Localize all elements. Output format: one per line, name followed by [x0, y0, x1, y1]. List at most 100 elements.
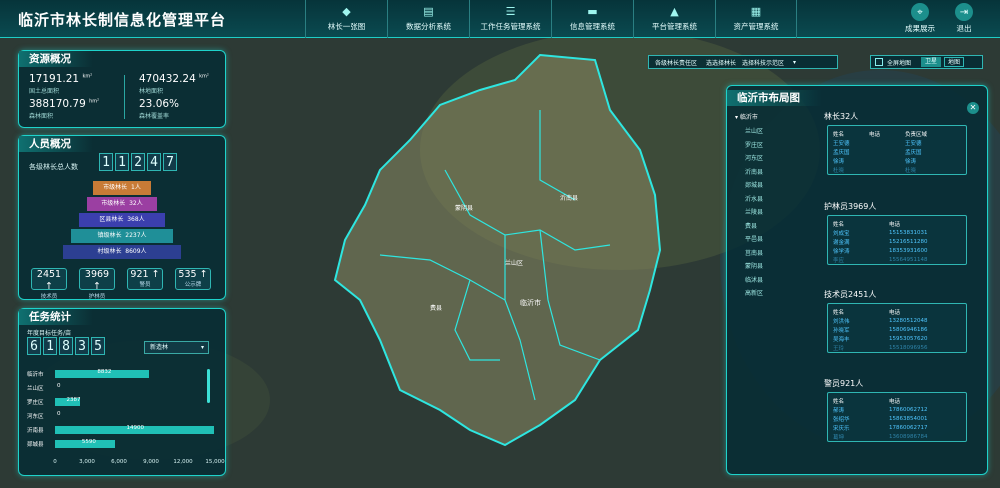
- table-cell: 徐涛: [905, 158, 917, 165]
- tree-root[interactable]: ▾ 临沂市: [735, 112, 758, 121]
- counter-digit: 1: [43, 337, 57, 355]
- annual-target-label: 年度目标任务/亩: [27, 330, 72, 337]
- table-row[interactable]: 孟庆国 孟庆国: [828, 147, 966, 156]
- layout-title: 临沂市布局图: [727, 90, 822, 106]
- exit-button[interactable]: ⇥ 退出: [955, 3, 973, 34]
- map-mode-toggle: 全屏地图 卫星 地图: [870, 55, 983, 69]
- fullscreen-checkbox[interactable]: [875, 58, 883, 66]
- table-row[interactable]: 王玲 15518096956: [828, 343, 966, 352]
- bar-category-label: 临沂市: [27, 372, 44, 378]
- table-cell: 13608986784: [889, 433, 928, 440]
- table-header: 姓名 电话 负责区域: [828, 129, 966, 138]
- column-header: 电话: [889, 221, 901, 228]
- counter-digit: 6: [27, 337, 41, 355]
- tree-item[interactable]: 莒南县: [745, 248, 763, 257]
- counter-digit: 4: [147, 153, 161, 171]
- tree-item[interactable]: 费县: [745, 221, 757, 230]
- assets-icon: ▦: [750, 5, 762, 18]
- tree-item[interactable]: 蒙阴县: [745, 261, 763, 270]
- table-cell: 15518096956: [889, 344, 928, 351]
- table-row[interactable]: 徐涛 徐涛: [828, 156, 966, 165]
- select-demo-zone[interactable]: 选择科技示范区: [739, 58, 787, 67]
- table-row[interactable]: 张绍华 15863854001: [828, 414, 966, 423]
- table-cell: 吴海丰: [833, 336, 850, 343]
- app-title: 临沂市林长制信息化管理平台: [18, 11, 227, 29]
- counter-digit: 3: [75, 337, 89, 355]
- tree-item[interactable]: 郯城县: [745, 180, 763, 189]
- tasks-title: 任务统计: [19, 309, 93, 325]
- nav-item-info-management[interactable]: ▬ 信息管理系统: [551, 0, 633, 38]
- counter-digit: 1: [99, 153, 113, 171]
- column-header: 电话: [869, 131, 881, 138]
- table-cell: 15564951148: [889, 256, 928, 263]
- group-title: 林长32人: [824, 112, 859, 121]
- chevron-down-icon: ▾: [200, 344, 204, 351]
- table-cell: 15216511280: [889, 238, 928, 245]
- map-toggle[interactable]: 地图: [944, 57, 965, 67]
- people-table: 姓名 电话 负责区域 王安德 王安德 孟庆国 孟庆国徐涛 徐涛 杜晓 杜晓: [827, 125, 967, 175]
- stat-technicians: 2451 ↑ 技术员: [31, 268, 67, 300]
- counter-digit: 7: [163, 153, 177, 171]
- stat-rangers: 3969 ↑ 护林员: [79, 268, 115, 300]
- table-row[interactable]: 杜晓 杜晓: [828, 165, 966, 174]
- table-cell: 张绍华: [833, 416, 850, 423]
- close-button[interactable]: ✕: [967, 102, 979, 114]
- table-cell: 17860062712: [889, 406, 928, 413]
- nav-item-data-analysis[interactable]: ▤ 数据分析系统: [387, 0, 469, 38]
- table-cell: 13280512048: [889, 317, 928, 324]
- fullscreen-label: 全屏地图: [887, 59, 912, 67]
- column-header: 姓名: [833, 398, 845, 405]
- table-row[interactable]: 孙晓军 15806946186: [828, 325, 966, 334]
- tree-item[interactable]: 高新区: [745, 288, 763, 297]
- resource-forest-coverage: 23.06% 森林覆盖率: [139, 98, 180, 120]
- tree-item[interactable]: 平邑县: [745, 234, 763, 243]
- satellite-toggle[interactable]: 卫星: [921, 57, 942, 67]
- table-row[interactable]: 刘成宝 15153831031: [828, 228, 966, 237]
- chevron-down-icon: ▾: [793, 58, 797, 66]
- arrow-up-icon: ↑: [199, 269, 208, 280]
- table-row[interactable]: 葛坤 13608986784: [828, 432, 966, 441]
- scrollbar[interactable]: [207, 369, 210, 403]
- x-tick-label: 6,000: [111, 459, 127, 465]
- resource-land-area: 17191.21 km² 国土总面积: [29, 73, 93, 95]
- table-row[interactable]: 徐学涛 18353931600: [828, 246, 966, 255]
- tree-item[interactable]: 兰山区: [745, 126, 763, 135]
- pyramid-level-city: 市级林长 1人: [93, 181, 151, 195]
- table-row[interactable]: 郝涛 17860062712: [828, 405, 966, 414]
- annual-target-counter: 6 1 8 3 5: [27, 337, 105, 355]
- nav-item-task-management[interactable]: ☰ 工作任务管理系统: [469, 0, 551, 38]
- table-cell: 王安德: [833, 140, 850, 147]
- tree-item[interactable]: 罗庄区: [745, 140, 763, 149]
- table-row[interactable]: 宋庆乐 17860062717: [828, 423, 966, 432]
- nav-item-overview-map[interactable]: ◆ 林长一张图: [305, 0, 387, 38]
- counter-digit: 2: [131, 153, 145, 171]
- tree-item[interactable]: 沂南县: [745, 167, 763, 176]
- nav-item-asset-management[interactable]: ▦ 资产管理系统: [715, 0, 797, 38]
- table-row[interactable]: 刘洪伟 13280512048: [828, 316, 966, 325]
- table-row[interactable]: 李应 15564951148: [828, 255, 966, 264]
- table-row[interactable]: 吴海丰 15953057620: [828, 334, 966, 343]
- pyramid-level-town: 镇级林长 2237人: [71, 229, 173, 243]
- arrow-up-icon: ↑: [45, 281, 53, 292]
- table-row[interactable]: 王安德 王安德: [828, 138, 966, 147]
- table-header: 姓名 电话: [828, 396, 966, 405]
- tree-item[interactable]: 临沭县: [745, 275, 763, 284]
- table-row[interactable]: 谢金满 15216511280: [828, 237, 966, 246]
- table-header: 姓名 电话: [828, 307, 966, 316]
- task-type-select[interactable]: 新造林 ▾: [144, 341, 209, 354]
- map-label-mengyin: 蒙阴县: [455, 204, 473, 212]
- select-chief[interactable]: 选选择林长: [703, 58, 739, 67]
- table-cell: 孟庆国: [905, 149, 922, 156]
- table-cell: 谢金满: [833, 239, 850, 246]
- nav-item-platform-management[interactable]: ▲ 平台管理系统: [633, 0, 715, 38]
- table-cell: 徐涛: [833, 158, 845, 165]
- bar-category-label: 郯城县: [27, 442, 44, 448]
- tree-item[interactable]: 兰陵县: [745, 207, 763, 216]
- chart-icon: ▤: [423, 5, 434, 18]
- showcase-button[interactable]: ⌖ 成果展示: [905, 3, 935, 34]
- bar-value-label: 8832: [97, 369, 112, 375]
- tree-item[interactable]: 河东区: [745, 153, 763, 162]
- bar-row: 临沂市 8832: [27, 369, 217, 379]
- tree-item[interactable]: 沂水县: [745, 194, 763, 203]
- people-title: 人员概况: [19, 136, 93, 152]
